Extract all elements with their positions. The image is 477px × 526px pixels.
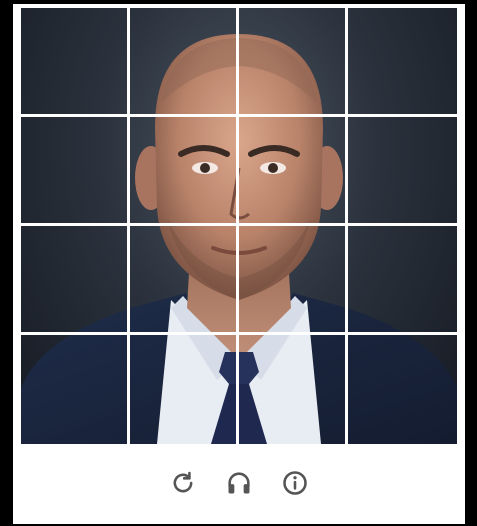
grid-tile[interactable] xyxy=(130,8,239,117)
info-button[interactable] xyxy=(278,466,312,500)
info-icon xyxy=(283,471,307,495)
captcha-controls xyxy=(13,466,465,500)
grid-tile[interactable] xyxy=(348,226,457,335)
grid-tile[interactable] xyxy=(239,8,348,117)
audio-challenge-button[interactable] xyxy=(222,466,256,500)
headphones-icon xyxy=(228,472,250,494)
grid-tile[interactable] xyxy=(130,335,239,444)
grid-tile[interactable] xyxy=(130,117,239,226)
grid-tile[interactable] xyxy=(21,226,130,335)
grid-tile[interactable] xyxy=(348,8,457,117)
reload-button[interactable] xyxy=(166,466,200,500)
grid-tile[interactable] xyxy=(239,117,348,226)
captcha-widget xyxy=(13,4,465,524)
grid-tile[interactable] xyxy=(239,226,348,335)
grid-tile[interactable] xyxy=(21,117,130,226)
grid-tile[interactable] xyxy=(21,335,130,444)
reload-icon xyxy=(173,471,193,493)
grid-tile[interactable] xyxy=(21,8,130,117)
grid-tile[interactable] xyxy=(239,335,348,444)
grid-tile[interactable] xyxy=(348,117,457,226)
challenge-image xyxy=(21,8,457,444)
grid-tile[interactable] xyxy=(348,335,457,444)
tile-grid xyxy=(21,8,457,444)
grid-tile[interactable] xyxy=(130,226,239,335)
